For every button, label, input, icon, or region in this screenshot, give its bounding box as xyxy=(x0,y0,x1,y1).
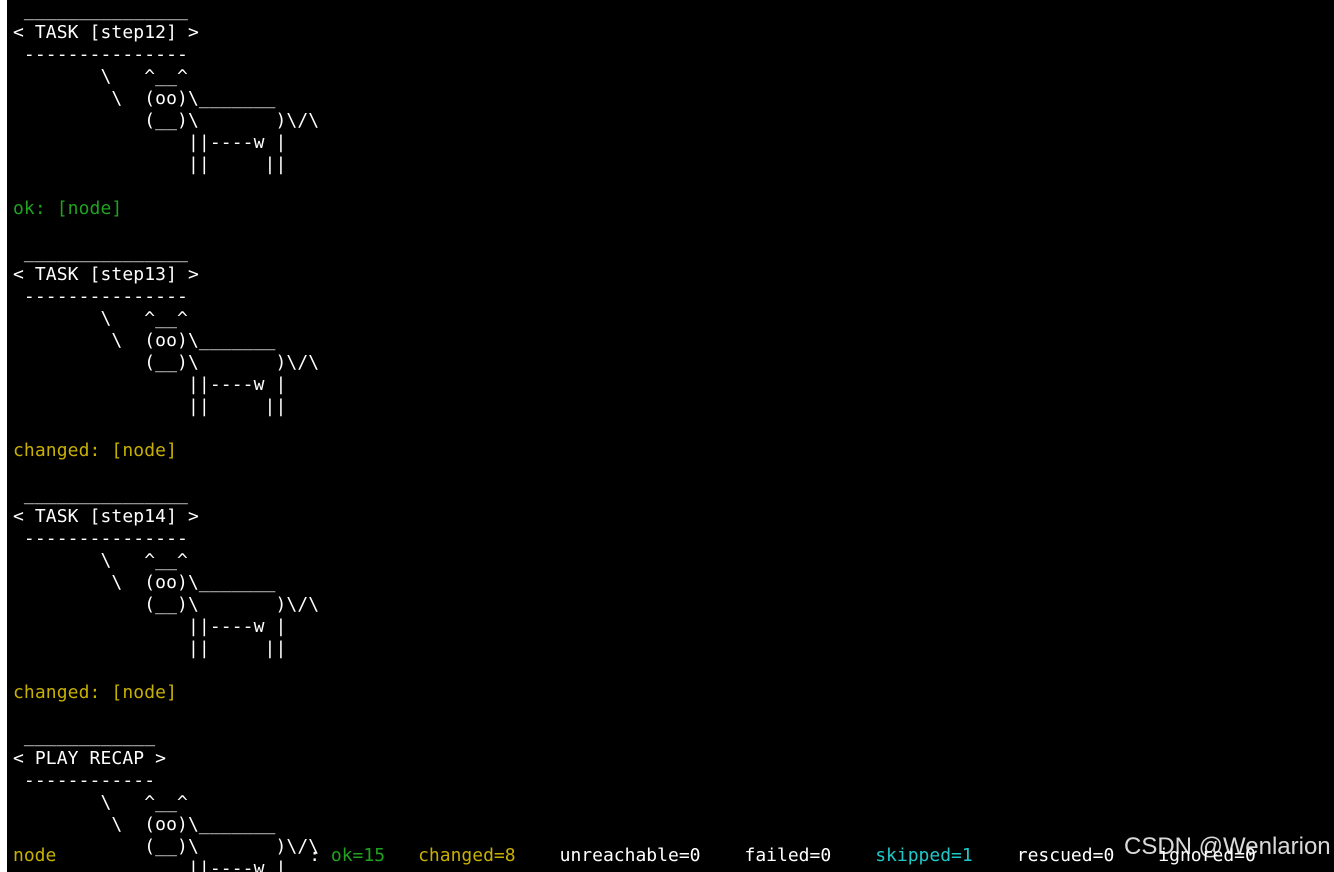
task-title: < TASK [step14] > xyxy=(13,506,199,527)
task-result: changed: [node] xyxy=(13,682,178,703)
cow-line: ||----w | xyxy=(13,132,287,153)
task-block: _______________ < TASK [step13] > ------… xyxy=(13,242,1323,484)
cow-line: ||----w | xyxy=(13,374,287,395)
bubble-bottom: ------------ xyxy=(13,770,156,791)
task-title: < TASK [step12] > xyxy=(13,22,199,43)
cow-line: (__)\ )\/\ xyxy=(13,352,320,373)
recap-summary-line: node : ok=15 changed=8 unreachable=0 failed… xyxy=(13,845,1256,867)
recap-host: node xyxy=(13,845,57,866)
terminal-output: _______________ < TASK [step12] > ------… xyxy=(13,0,1323,872)
bubble-top: _______________ xyxy=(13,0,188,21)
bubble-bottom: --------------- xyxy=(13,44,188,65)
cow-line: (__)\ )\/\ xyxy=(13,594,320,615)
cow-line: \ (oo)\_______ xyxy=(13,88,276,109)
watermark: CSDN @Wenlarion xyxy=(1124,833,1331,860)
recap-failed: failed=0 xyxy=(744,845,832,866)
bubble-top: _______________ xyxy=(13,242,188,263)
cow-line: \ ^__^ xyxy=(13,66,188,87)
cow-line: || || xyxy=(13,154,287,175)
bubble-bottom: --------------- xyxy=(13,528,188,549)
cow-line: \ (oo)\_______ xyxy=(13,330,276,351)
task-block: _______________ < TASK [step14] > ------… xyxy=(13,484,1323,726)
bubble-bottom: --------------- xyxy=(13,286,188,307)
recap-unreachable: unreachable=0 xyxy=(559,845,701,866)
task-title: < TASK [step13] > xyxy=(13,264,199,285)
recap-changed: changed=8 xyxy=(418,845,516,866)
cow-line: \ ^__^ xyxy=(13,308,188,329)
cow-line: \ (oo)\_______ xyxy=(13,572,276,593)
bubble-top: _______________ xyxy=(13,484,188,505)
window-left-border xyxy=(0,0,7,872)
cow-line: (__)\ )\/\ xyxy=(13,110,320,131)
cow-line: \ ^__^ xyxy=(13,792,188,813)
bubble-top: ____________ xyxy=(13,726,156,747)
task-result: changed: [node] xyxy=(13,440,178,461)
recap-colon: : xyxy=(298,845,331,866)
recap-ok: ok=15 xyxy=(330,845,386,866)
recap-rescued: rescued=0 xyxy=(1016,845,1115,866)
recap-skipped: skipped=1 xyxy=(875,845,973,866)
cow-line: || || xyxy=(13,396,287,417)
task-result: ok: [node] xyxy=(13,198,123,219)
cow-line: \ ^__^ xyxy=(13,550,188,571)
recap-title: < PLAY RECAP > xyxy=(13,748,167,769)
cow-line: || || xyxy=(13,638,287,659)
cow-line: ||----w | xyxy=(13,616,287,637)
task-block: _______________ < TASK [step12] > ------… xyxy=(13,0,1323,242)
